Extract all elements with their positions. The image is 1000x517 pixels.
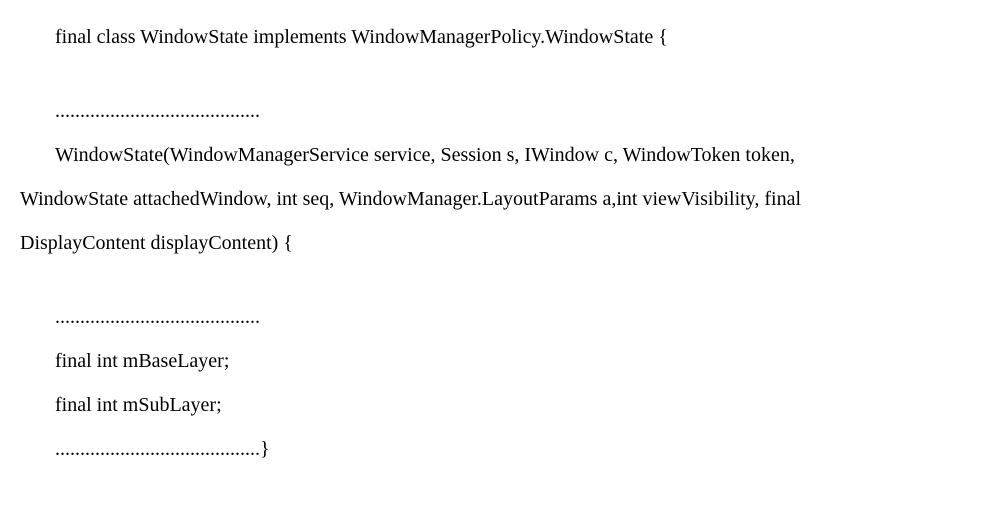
spacer — [20, 59, 980, 89]
ellipsis: ........................................… — [20, 295, 980, 339]
code-block: final class WindowState implements Windo… — [0, 0, 1000, 491]
ellipsis: ........................................… — [20, 89, 980, 133]
code-line: DisplayContent displayContent) { — [20, 221, 980, 265]
code-line: final int mSubLayer; — [20, 383, 980, 427]
code-line: WindowState attachedWindow, int seq, Win… — [20, 177, 980, 221]
code-line: final int mBaseLayer; — [20, 339, 980, 383]
ellipsis: ........................................… — [20, 427, 980, 471]
code-line: final class WindowState implements Windo… — [20, 15, 980, 59]
code-line: WindowState(WindowManagerService service… — [20, 133, 980, 177]
spacer — [20, 265, 980, 295]
